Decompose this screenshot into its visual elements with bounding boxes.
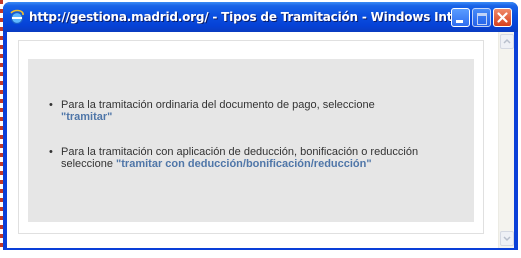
chevron-up-icon: [503, 38, 511, 44]
content-frame: • Para la tramitación ordinaria del docu…: [18, 40, 484, 234]
popup-window: http://gestiona.madrid.org/ - Tipos de T…: [3, 2, 518, 252]
options-panel: • Para la tramitación ordinaria del docu…: [28, 59, 474, 222]
minimize-button[interactable]: [451, 8, 470, 27]
background-page: [0, 250, 521, 258]
close-button[interactable]: [493, 8, 512, 27]
title-bar[interactable]: http://gestiona.madrid.org/ - Tipos de T…: [3, 2, 518, 32]
internet-explorer-icon: [10, 9, 24, 25]
tramitar-con-deduccion-link[interactable]: "tramitar con deducción/bonificación/red…: [116, 158, 372, 170]
scroll-up-button[interactable]: [500, 34, 514, 49]
close-icon: [497, 12, 508, 23]
window-title: http://gestiona.madrid.org/ - Tipos de T…: [29, 10, 459, 24]
maximize-button[interactable]: [472, 8, 491, 27]
bullet: •: [49, 99, 53, 111]
bullet: •: [49, 146, 53, 158]
list-item: • Para la tramitación ordinaria del docu…: [49, 99, 471, 123]
scroll-down-button[interactable]: [500, 231, 514, 246]
tramitar-link[interactable]: "tramitar": [61, 111, 112, 123]
chevron-down-icon: [503, 236, 511, 242]
list-item: • Para la tramitación con aplicación de …: [49, 146, 471, 170]
item-text: Para la tramitación ordinaria del docume…: [61, 99, 375, 111]
vertical-scrollbar[interactable]: [498, 32, 514, 248]
window-content: • Para la tramitación ordinaria del docu…: [7, 32, 514, 248]
